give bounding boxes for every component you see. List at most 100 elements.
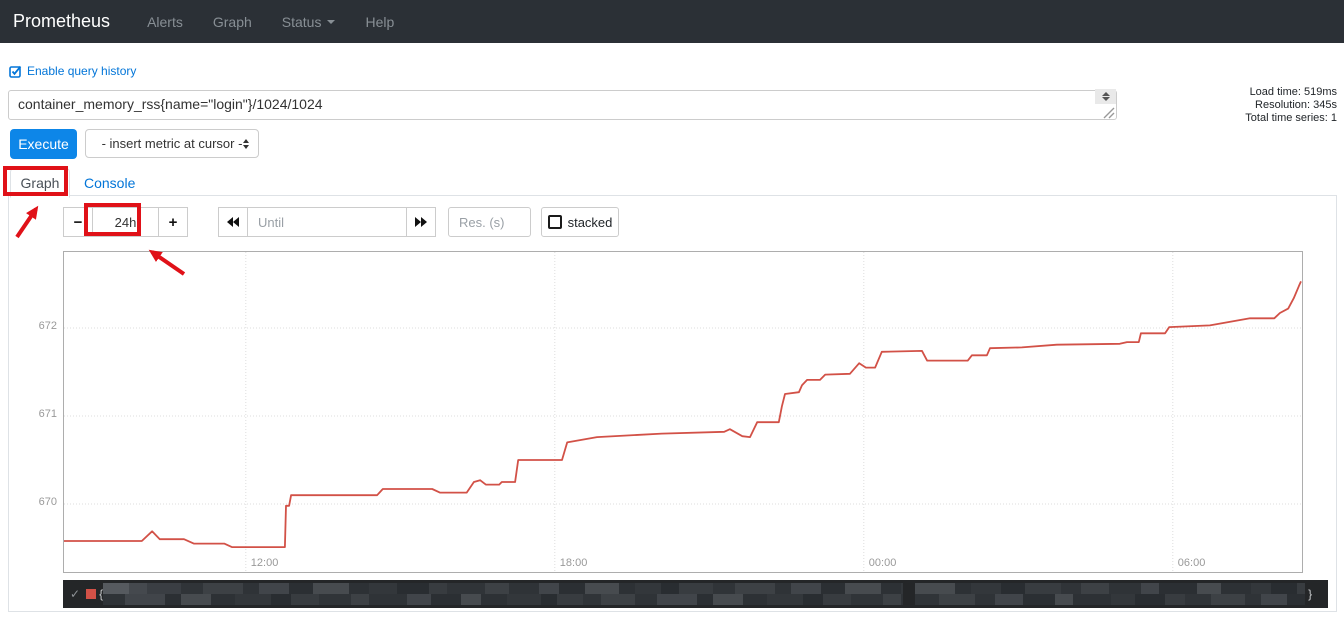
legend-blur-block — [791, 583, 821, 594]
legend-blur-block — [713, 583, 735, 594]
plot-region[interactable]: 12:00 18:00 00:00 06:00 — [63, 251, 1303, 573]
select-updown-icon — [243, 139, 249, 149]
query-stats: Load time: 519ms Resolution: 345s Total … — [1137, 86, 1337, 125]
legend-blur-block — [319, 594, 351, 605]
legend-blur-row — [915, 594, 1305, 605]
x-axis-label: 06:00 — [1178, 557, 1206, 569]
chart-area: 672671670 12:0018:0000:0006:00 — [9, 251, 1336, 571]
legend-series-swatch — [86, 589, 96, 599]
legend-blur-block — [697, 594, 713, 605]
nav-item-label: Alerts — [147, 14, 183, 30]
x-axis-label: 18:00 — [560, 557, 588, 569]
legend-blur-block — [823, 594, 851, 605]
brand[interactable]: Prometheus — [13, 11, 110, 32]
legend-blur-block — [851, 594, 883, 605]
legend-blur-block — [915, 583, 955, 594]
legend-blur-block — [955, 583, 971, 594]
prometheus-app: Prometheus Alerts Graph Status Help Enab… — [0, 0, 1344, 620]
legend-blur-block — [583, 594, 601, 605]
legend-blur-row — [103, 583, 903, 594]
legend-blur-block — [821, 583, 845, 594]
range-decrease-button[interactable]: − — [63, 207, 93, 237]
legend-blur-block — [881, 583, 901, 594]
legend-blur-block — [767, 594, 803, 605]
legend-blur-block — [883, 594, 901, 605]
nav-item-alerts[interactable]: Alerts — [132, 14, 198, 30]
legend-blur-block — [509, 583, 539, 594]
legend-blur-block — [431, 594, 461, 605]
x-axis-label: 12:00 — [251, 557, 279, 569]
legend-blur-block — [939, 594, 975, 605]
legend-blur-block — [601, 594, 635, 605]
enable-query-history-link[interactable]: Enable query history — [9, 64, 136, 78]
until-input[interactable] — [247, 207, 407, 237]
insert-metric-label: - insert metric at cursor - — [102, 136, 243, 151]
legend-blur-block — [539, 583, 559, 594]
legend-blur-block — [803, 594, 823, 605]
resize-grip-icon[interactable] — [1102, 107, 1116, 119]
legend-blur-block — [1221, 583, 1251, 594]
legend-blur-block — [211, 594, 235, 605]
legend-blur-block — [313, 583, 349, 594]
legend-blur-block — [1185, 594, 1211, 605]
legend-blur-block — [349, 583, 369, 594]
legend-blur-block — [995, 594, 1023, 605]
legend-blur-block — [635, 583, 661, 594]
legend-blur-block — [1287, 594, 1305, 605]
legend-blur-block — [181, 594, 211, 605]
range-control-group: − + — [63, 207, 188, 237]
legend-enable-check-icon[interactable]: ✓ — [70, 587, 80, 601]
nav-item-help[interactable]: Help — [350, 14, 409, 30]
nav-item-graph[interactable]: Graph — [198, 14, 267, 30]
legend-blur-block — [585, 583, 619, 594]
range-increase-button[interactable]: + — [158, 207, 188, 237]
legend-blur-block — [661, 583, 679, 594]
tab-console[interactable]: Console — [70, 170, 149, 196]
time-back-button[interactable] — [218, 207, 248, 237]
legend-blurred-labels — [103, 582, 903, 606]
legend-blur-block — [1073, 594, 1111, 605]
x-axis-label: 00:00 — [869, 557, 897, 569]
query-expression-input[interactable]: container_memory_rss{name="login"}/1024/… — [8, 90, 1117, 120]
tab-graph[interactable]: Graph — [10, 168, 70, 198]
chevron-up-icon — [1102, 92, 1110, 96]
legend-blur-block — [507, 594, 541, 605]
legend-blur-block — [1271, 583, 1297, 594]
legend-blur-block — [429, 583, 447, 594]
legend-blur-block — [397, 583, 429, 594]
legend-blur-block — [125, 594, 165, 605]
legend-blur-block — [557, 594, 583, 605]
legend-blur-block — [1081, 583, 1109, 594]
nav-item-status[interactable]: Status — [267, 14, 351, 30]
nav-item-label: Help — [365, 14, 394, 30]
legend-blur-block — [743, 594, 767, 605]
textarea-resize-stepper[interactable] — [1095, 89, 1116, 104]
check-square-icon — [9, 65, 22, 78]
execute-button[interactable]: Execute — [10, 129, 77, 159]
resolution-input[interactable] — [448, 207, 531, 237]
insert-metric-select[interactable]: - insert metric at cursor - — [85, 129, 259, 158]
legend-blur-block — [901, 583, 903, 594]
range-input[interactable] — [92, 207, 159, 237]
time-forward-button[interactable] — [406, 207, 436, 237]
load-time: Load time: 519ms — [1137, 86, 1337, 99]
legend-blur-row — [915, 583, 1305, 594]
chevron-down-icon — [327, 20, 335, 24]
legend-blur-block — [103, 594, 125, 605]
chevron-down-icon — [1102, 97, 1110, 101]
legend-blur-block — [243, 583, 259, 594]
legend-blur-block — [635, 594, 657, 605]
nav-item-label: Graph — [213, 14, 252, 30]
enable-query-history-label: Enable query history — [27, 64, 136, 78]
legend-blur-block — [657, 594, 697, 605]
legend-blur-block — [1061, 583, 1081, 594]
legend-blur-block — [1055, 594, 1073, 605]
y-axis-label: 671 — [9, 408, 57, 420]
total-time-series: Total time series: 1 — [1137, 112, 1337, 125]
legend-blur-block — [485, 583, 509, 594]
stacked-toggle[interactable]: stacked — [541, 207, 619, 237]
legend-blur-block — [915, 594, 939, 605]
legend-blur-block — [351, 594, 369, 605]
legend-blur-block — [369, 594, 407, 605]
legend-blur-block — [1211, 594, 1245, 605]
